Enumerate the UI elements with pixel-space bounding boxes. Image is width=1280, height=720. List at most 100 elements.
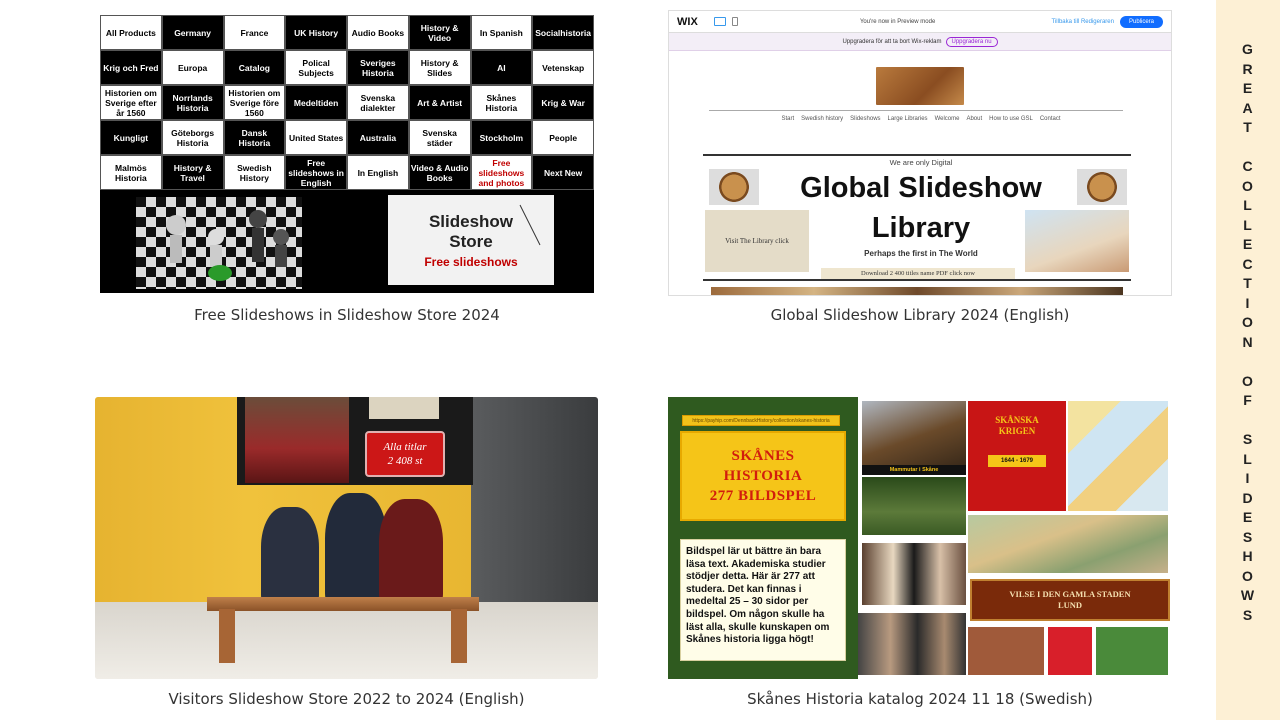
category-cell[interactable]: History & Travel: [161, 155, 224, 190]
nav-item[interactable]: Swedish history: [801, 116, 843, 122]
category-cell[interactable]: Historien om Sverige före 1560: [223, 85, 286, 120]
category-cell[interactable]: Catalog: [223, 50, 286, 85]
desktop-icon[interactable]: [713, 17, 726, 26]
category-cell[interactable]: Audio Books: [347, 15, 409, 50]
category-cell[interactable]: History & Slides: [408, 50, 471, 85]
forest-mammoth-image: [862, 477, 966, 535]
category-cell[interactable]: Vetenskap: [532, 50, 594, 85]
mammoth-image: [862, 401, 966, 465]
category-cell[interactable]: Malmös Historia: [100, 155, 162, 190]
category-cell[interactable]: Krig och Fred: [100, 50, 162, 85]
floor: [95, 602, 598, 679]
vilse-line1: VILSE I DEN GAMLA STADEN: [1009, 589, 1131, 599]
coin-image-left: [709, 169, 759, 205]
maps-image: [1068, 401, 1168, 511]
skanska-krigen-title: SKÅNSKA KRIGEN: [968, 415, 1066, 437]
category-cell[interactable]: Medeltiden: [285, 85, 347, 120]
category-cell[interactable]: All Products: [100, 15, 162, 50]
category-cell[interactable]: Swedish History: [223, 155, 286, 190]
heading-line1: SKÅNES: [731, 448, 795, 464]
category-cell[interactable]: In Spanish: [470, 15, 533, 50]
category-cell[interactable]: Polical Subjects: [285, 50, 347, 85]
category-cell[interactable]: Historien om Sverige efter år 1560: [100, 85, 162, 120]
visitor-middle: [325, 493, 387, 607]
category-cell[interactable]: People: [532, 120, 594, 155]
category-cell[interactable]: UK History: [285, 15, 347, 50]
store-title-line1: Slideshow: [428, 211, 514, 231]
category-cell[interactable]: Free slideshows and photos: [470, 155, 533, 190]
portraits-image-2: [858, 613, 966, 675]
visit-library-link[interactable]: Visit The Library click: [705, 210, 809, 272]
wix-preview-bar: WIX You're now in Preview mode Tillbaka …: [669, 11, 1171, 33]
caption-slideshow-store[interactable]: Free Slideshows in Slideshow Store 2024: [100, 306, 594, 324]
nav-item[interactable]: Slideshows: [850, 116, 880, 122]
nav-item[interactable]: Welcome: [935, 116, 960, 122]
back-to-editor-link[interactable]: Tillbaka till Redigeraren: [1052, 19, 1114, 25]
category-cell[interactable]: AI: [470, 50, 533, 85]
banner-letter: G: [1242, 41, 1254, 57]
skanes-heading-box: SKÅNES HISTORIA 277 BILDSPEL: [680, 431, 846, 521]
category-cell[interactable]: Kungligt: [100, 120, 162, 155]
caption-visitors[interactable]: Visitors Slideshow Store 2022 to 2024 (E…: [95, 690, 598, 708]
category-cell[interactable]: Socialhistoria: [532, 15, 594, 50]
category-cell[interactable]: History & Video: [408, 15, 471, 50]
nav-item[interactable]: Large Libraries: [888, 116, 928, 122]
upgrade-now-button[interactable]: Uppgradera nu: [945, 36, 998, 47]
category-cell[interactable]: Dansk Historia: [223, 120, 286, 155]
nav-item[interactable]: How to use GSL: [989, 116, 1033, 122]
banner-letter: E: [1242, 509, 1254, 525]
category-cell[interactable]: In English: [347, 155, 409, 190]
store-title-line2: Store: [449, 231, 493, 251]
vilse-lund-card: VILSE I DEN GAMLA STADEN LUND: [970, 579, 1170, 621]
banner-letter: O: [1242, 372, 1254, 389]
category-cell[interactable]: Svenska dialekter: [347, 85, 409, 120]
category-cell[interactable]: Free slideshows in English: [285, 155, 347, 190]
visitors-photo-thumbnail[interactable]: Alla titlar 2 408 st: [95, 397, 598, 679]
coin-image-right: [1077, 169, 1127, 205]
category-cell[interactable]: Video & Audio Books: [408, 155, 471, 190]
world-map-logo: [876, 67, 964, 105]
caption-skanes-historia[interactable]: Skånes Historia katalog 2024 11 18 (Swed…: [668, 690, 1172, 708]
category-cell[interactable]: Germany: [161, 15, 224, 50]
skanes-historia-thumbnail[interactable]: https://payhip.com/DennbackHistory/colle…: [668, 397, 1172, 679]
banner-letter: I: [1245, 470, 1251, 486]
banner-letter: C: [1242, 158, 1254, 174]
store-free-text: Free slideshows: [424, 254, 518, 269]
nav-item[interactable]: Start: [781, 116, 794, 122]
nav-item[interactable]: Contact: [1040, 116, 1061, 122]
great-collection-banner: GREAT COLLECTION OF SLIDESHOWS: [1216, 0, 1280, 720]
bottom-rule: [703, 279, 1131, 281]
category-cell[interactable]: Australia: [347, 120, 409, 155]
category-cell[interactable]: France: [223, 15, 286, 50]
mobile-icon[interactable]: [731, 17, 738, 26]
category-cell[interactable]: Art & Artist: [408, 85, 471, 120]
category-cell[interactable]: Göteborgs Historia: [161, 120, 224, 155]
category-cell[interactable]: Svenska städer: [408, 120, 471, 155]
download-pdf-link[interactable]: Download 2 400 titles name PDF click now: [821, 268, 1015, 279]
publish-button[interactable]: Publicera: [1119, 15, 1163, 28]
banner-letter: O: [1242, 567, 1254, 584]
category-cell[interactable]: Krig & War: [532, 85, 594, 120]
all-titles-text: Alla titlar: [383, 441, 427, 453]
banner-letter: E: [1242, 236, 1254, 252]
banner-letter: H: [1242, 548, 1254, 564]
category-cell[interactable]: Next New: [532, 155, 594, 190]
banner-letter: C: [1242, 255, 1254, 272]
category-cell[interactable]: Europa: [161, 50, 224, 85]
visitor-left: [261, 507, 319, 607]
category-cell[interactable]: Sveriges Historia: [347, 50, 409, 85]
banner-letter: D: [1242, 489, 1254, 506]
all-titles-sign: Alla titlar 2 408 st: [365, 431, 445, 477]
category-cell[interactable]: Stockholm: [470, 120, 533, 155]
global-library-thumbnail[interactable]: WIX You're now in Preview mode Tillbaka …: [668, 10, 1172, 296]
nav-item[interactable]: About: [966, 116, 982, 122]
category-grid: All Products Germany France UK History Audio…: [100, 15, 594, 190]
banner-letter: W: [1240, 587, 1256, 603]
category-cell[interactable]: Norrlands Historia: [161, 85, 224, 120]
caption-global-library[interactable]: Global Slideshow Library 2024 (English): [668, 306, 1172, 324]
banner-letter: [1246, 138, 1251, 158]
category-cell[interactable]: United States: [285, 120, 347, 155]
slideshow-store-thumbnail[interactable]: All Products Germany France UK History Audio…: [100, 15, 594, 293]
category-cell[interactable]: Skånes Historia: [470, 85, 533, 120]
banner-letter: T: [1243, 275, 1253, 291]
